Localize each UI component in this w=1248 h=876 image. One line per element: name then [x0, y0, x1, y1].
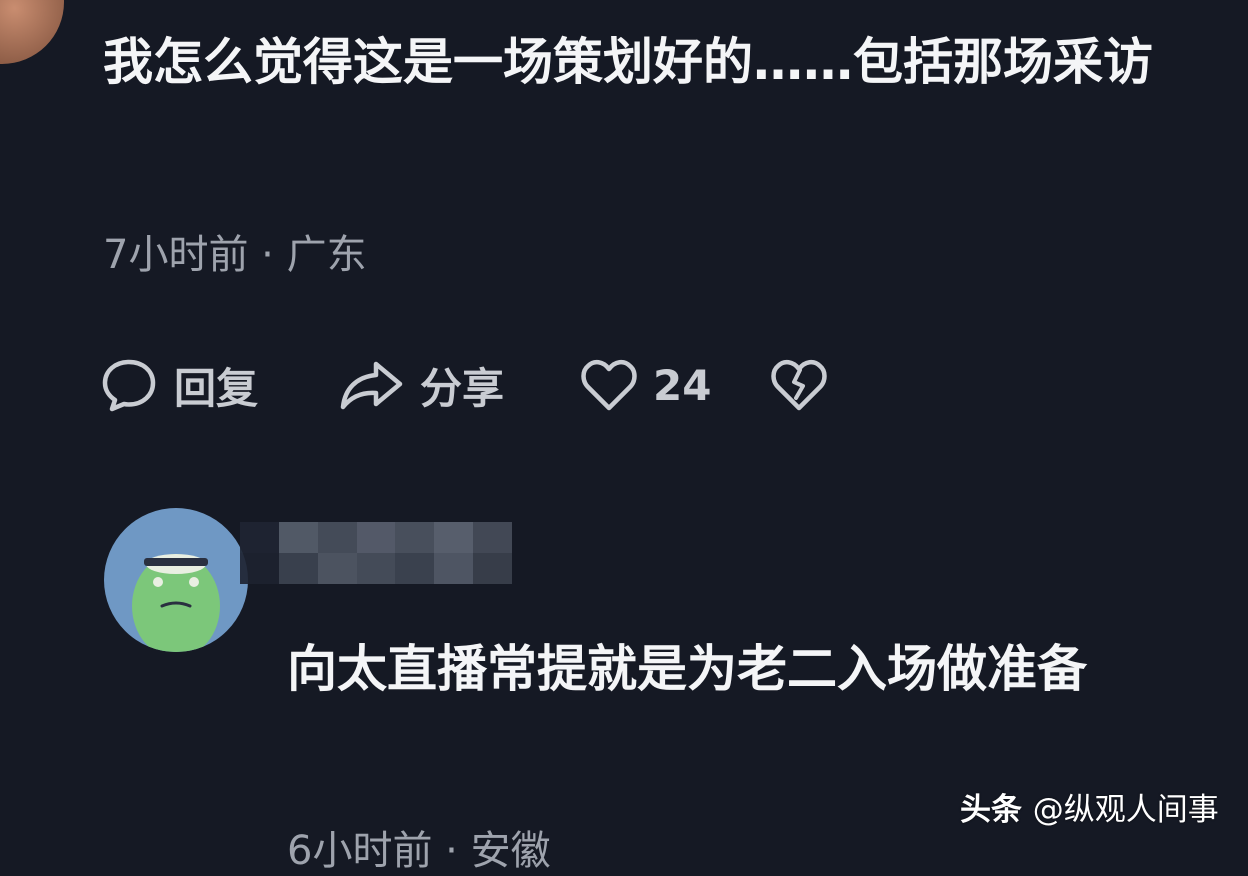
username-redacted [240, 522, 512, 584]
dislike-button[interactable] [771, 358, 831, 412]
like-count: 24 [653, 360, 712, 410]
comment-meta: 7小时前 · 广东 [103, 232, 367, 278]
speech-bubble-icon [100, 356, 158, 414]
watermark: 头条 @纵观人间事 [960, 784, 1219, 829]
heart-icon [581, 358, 637, 412]
comment-text: 我怎么觉得这是一场策划好的……包括那场采访 [103, 33, 1153, 91]
watermark-handle: @纵观人间事 [1032, 792, 1219, 828]
share-button[interactable]: 分享 [338, 355, 581, 416]
like-button[interactable]: 24 [581, 358, 771, 412]
watermark-brand: 头条 [960, 792, 1022, 828]
share-arrow-icon [338, 356, 404, 414]
comment-actions: 回复 分享 24 [100, 350, 831, 420]
previous-user-avatar[interactable] [0, 0, 64, 64]
comment-text: 向太直播常提就是为老二入场做准备 [287, 640, 1087, 698]
comment-feed: 我怎么觉得这是一场策划好的……包括那场采访 7小时前 · 广东 回复 分享 24… [0, 0, 1248, 874]
reply-button[interactable]: 回复 [100, 355, 338, 416]
broken-heart-icon [771, 358, 827, 412]
avatar[interactable] [104, 508, 248, 652]
reply-label: 回复 [174, 363, 259, 413]
comment-meta: 6小时前 · 安徽 [287, 828, 551, 874]
share-label: 分享 [420, 363, 505, 413]
frog-avatar-icon [132, 554, 220, 652]
